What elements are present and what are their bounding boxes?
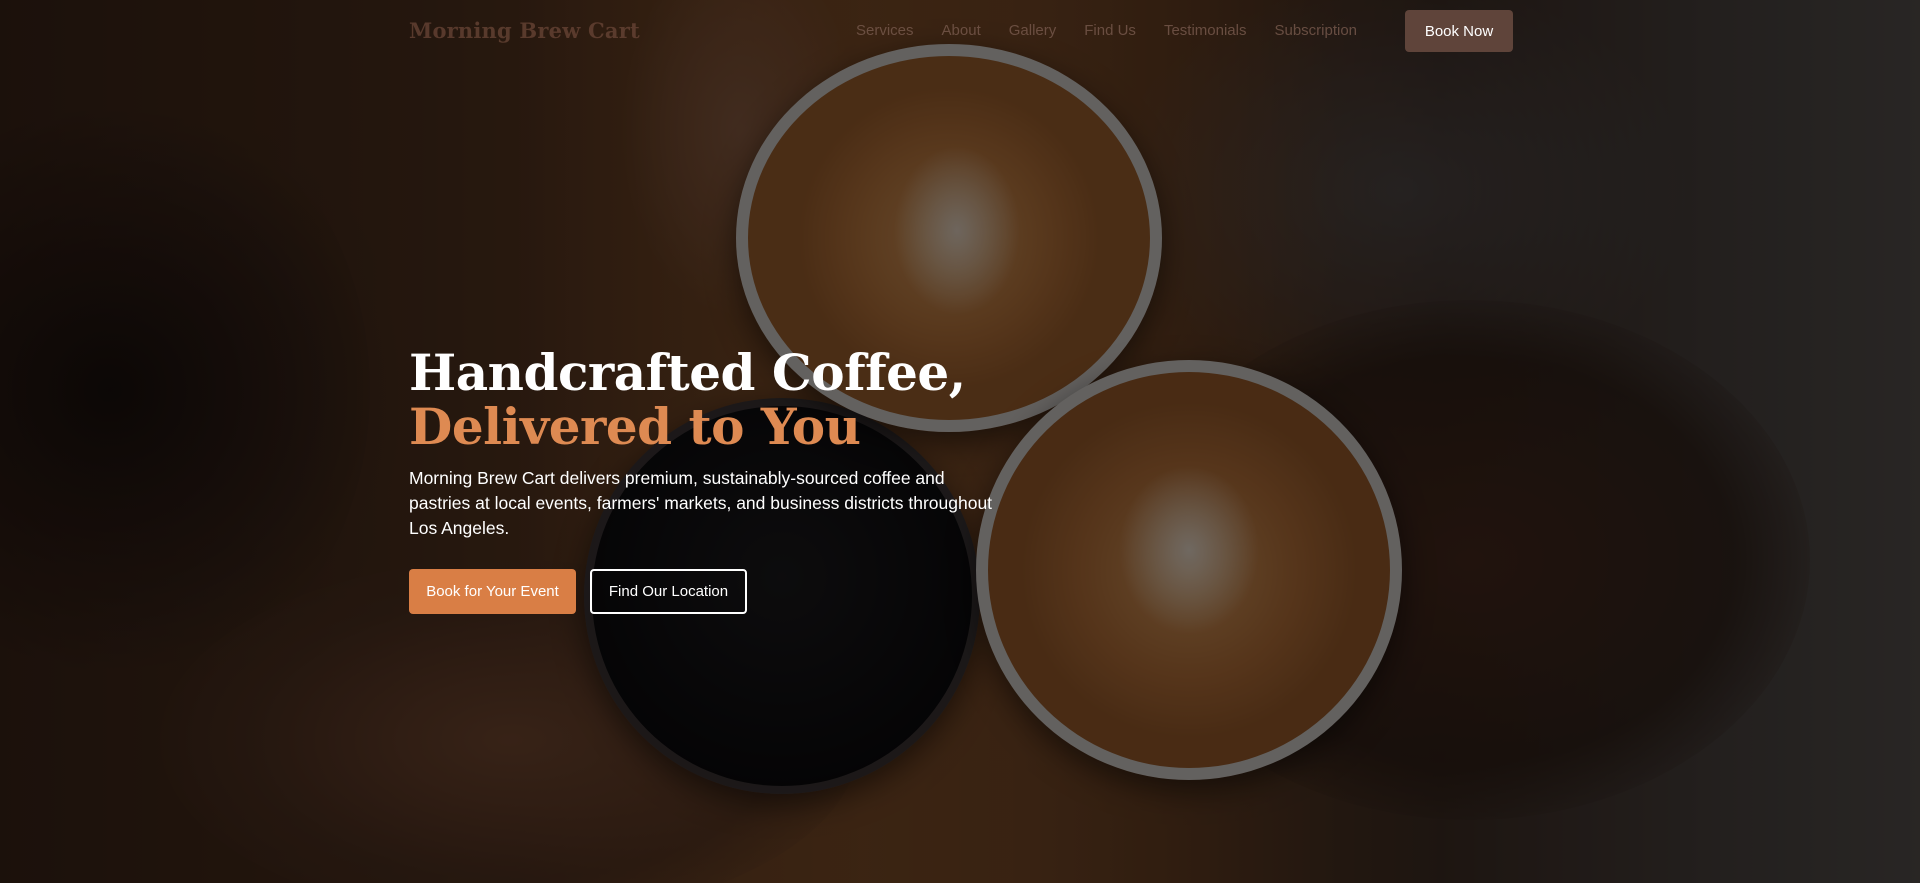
hero-buttons: Book for Your Event Find Our Location bbox=[409, 569, 1029, 614]
nav-link-testimonials[interactable]: Testimonials bbox=[1164, 22, 1247, 39]
brand-logo[interactable]: Morning Brew Cart bbox=[409, 18, 640, 43]
headline-line-1: Handcrafted Coffee, bbox=[409, 343, 966, 402]
book-now-button[interactable]: Book Now bbox=[1405, 10, 1513, 52]
hero-section: Morning Brew Cart Services About Gallery… bbox=[0, 0, 1920, 883]
top-navigation: Morning Brew Cart Services About Gallery… bbox=[0, 0, 1920, 62]
book-event-button[interactable]: Book for Your Event bbox=[409, 569, 576, 614]
nav-link-gallery[interactable]: Gallery bbox=[1009, 22, 1057, 39]
nav-link-services[interactable]: Services bbox=[856, 22, 914, 39]
nav-link-find-us[interactable]: Find Us bbox=[1084, 22, 1136, 39]
nav-link-about[interactable]: About bbox=[942, 22, 981, 39]
hero-headline: Handcrafted Coffee, Delivered to You bbox=[409, 346, 1029, 454]
hero-content: Handcrafted Coffee, Delivered to You Mor… bbox=[409, 346, 1029, 614]
hero-description: Morning Brew Cart delivers premium, sust… bbox=[409, 468, 993, 538]
find-location-button[interactable]: Find Our Location bbox=[590, 569, 747, 614]
headline-line-2: Delivered to You bbox=[409, 397, 861, 456]
nav-link-subscription[interactable]: Subscription bbox=[1274, 22, 1357, 39]
nav-links: Services About Gallery Find Us Testimoni… bbox=[856, 22, 1357, 39]
